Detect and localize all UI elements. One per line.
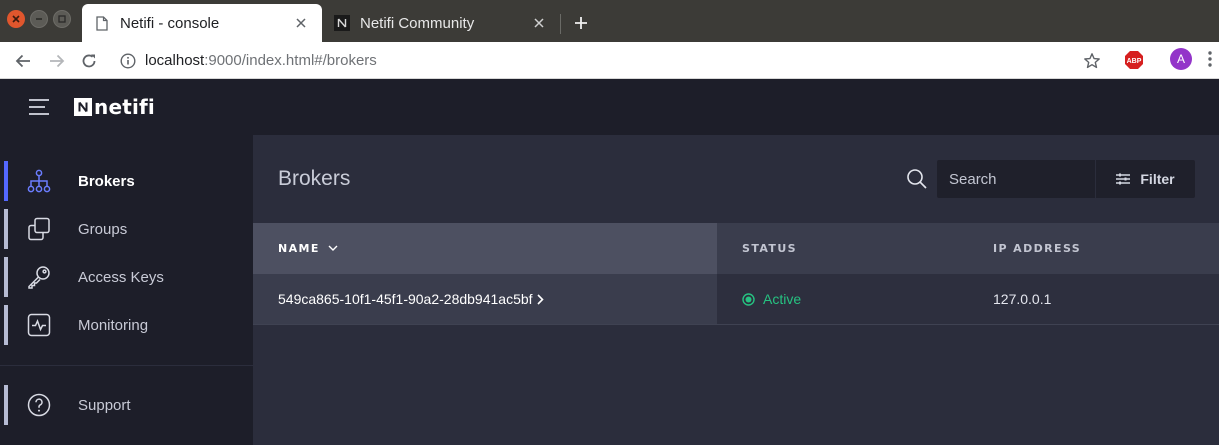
item-indicator <box>4 209 8 249</box>
adblock-icon: ABP <box>1125 51 1143 69</box>
tab-close-icon[interactable] <box>530 14 548 32</box>
url-host: localhost <box>145 52 205 69</box>
address-bar[interactable]: localhost:9000/index.html#/brokers <box>112 46 1114 75</box>
app-header: netifi <box>0 79 1219 135</box>
tab-title: Netifi Community <box>360 14 475 32</box>
broker-status-cell: Active <box>742 274 801 324</box>
sidebar-item-label: Monitoring <box>78 316 149 334</box>
star-icon <box>1084 53 1100 69</box>
browser-menu-button[interactable] <box>1205 49 1215 69</box>
sidebar-item-access-keys[interactable]: Access Keys <box>0 255 253 299</box>
column-header-name[interactable]: NAME <box>253 223 717 274</box>
pulse-monitor-icon <box>27 313 51 337</box>
reload-icon <box>82 54 96 68</box>
browser-toolbar: localhost:9000/index.html#/brokers <box>0 42 1219 79</box>
adblock-label: ABP <box>1127 58 1142 65</box>
maximize-icon <box>58 15 66 23</box>
netifi-favicon-icon <box>334 15 350 31</box>
reload-button[interactable] <box>78 50 100 72</box>
help-circle-icon <box>27 393 51 417</box>
arrow-left-icon <box>15 54 30 68</box>
sidebar-item-label: Brokers <box>78 172 135 190</box>
window-maximize-button[interactable] <box>53 10 71 28</box>
sidebar-item-brokers[interactable]: Brokers <box>0 159 253 203</box>
browser-tab-console[interactable]: Netifi - console <box>82 4 322 42</box>
browser-tabstrip: Netifi - console Netifi Community <box>0 0 1219 42</box>
filter-button[interactable]: Filter <box>1096 160 1195 198</box>
groups-squares-icon <box>28 217 50 241</box>
back-button[interactable] <box>12 50 34 72</box>
sidebar-item-label: Support <box>78 396 131 414</box>
column-header-label: STATUS <box>742 242 797 255</box>
active-indicator <box>4 161 8 201</box>
window-close-button[interactable] <box>7 10 25 28</box>
menu-toggle-button[interactable] <box>28 97 50 117</box>
filter-label: Filter <box>1140 171 1175 187</box>
column-header-status[interactable]: STATUS <box>742 223 797 274</box>
column-header-ip-address[interactable]: IP ADDRESS <box>993 223 1081 274</box>
status-active-icon <box>742 292 755 306</box>
profile-avatar[interactable]: A <box>1170 48 1192 70</box>
document-icon <box>94 15 110 31</box>
tab-close-icon[interactable] <box>292 14 310 32</box>
tab-separator <box>560 14 561 34</box>
tab-title: Netifi - console <box>120 14 220 32</box>
table-row[interactable]: 549ca865-10f1-45f1-90a2-28db941ac5bf Act… <box>253 274 1219 325</box>
netifi-logo[interactable]: netifi <box>74 95 155 119</box>
plus-icon <box>575 17 587 29</box>
table-header: NAME STATUS IP ADDRESS <box>253 223 1219 274</box>
sidebar-item-label: Groups <box>78 220 128 238</box>
key-icon <box>28 266 50 289</box>
forward-button[interactable] <box>46 50 68 72</box>
item-indicator <box>4 257 8 297</box>
kebab-menu-icon <box>1208 51 1212 67</box>
column-header-label: IP ADDRESS <box>993 242 1082 255</box>
window-controls <box>7 10 71 28</box>
close-icon <box>12 15 20 23</box>
column-header-label: NAME <box>278 242 320 255</box>
browser-tab-community[interactable]: Netifi Community <box>322 4 560 42</box>
window-minimize-button[interactable] <box>30 10 48 28</box>
chevron-down-icon <box>328 245 338 251</box>
search-button[interactable] <box>906 168 928 190</box>
logo-text: netifi <box>94 95 155 119</box>
item-indicator <box>4 305 8 345</box>
network-tree-icon <box>27 169 51 193</box>
chevron-right-icon <box>536 293 544 305</box>
bookmark-star-button[interactable] <box>1081 50 1103 72</box>
sidebar-item-monitoring[interactable]: Monitoring <box>0 303 253 347</box>
logo-mark-icon <box>74 98 92 116</box>
search-icon <box>907 169 927 189</box>
broker-ip-cell: 127.0.0.1 <box>993 291 1052 307</box>
sliders-icon <box>1116 173 1131 185</box>
broker-name: 549ca865-10f1-45f1-90a2-28db941ac5bf <box>278 291 533 307</box>
sidebar-item-support[interactable]: Support <box>0 383 253 427</box>
search-container: Filter <box>937 160 1195 198</box>
sidebar: Brokers Groups Access Keys Monitoring Su… <box>0 135 253 445</box>
item-indicator <box>4 385 8 425</box>
broker-name-cell[interactable]: 549ca865-10f1-45f1-90a2-28db941ac5bf <box>253 274 717 324</box>
new-tab-button[interactable] <box>570 12 592 34</box>
search-input[interactable] <box>937 160 1095 198</box>
sidebar-item-groups[interactable]: Groups <box>0 207 253 251</box>
sidebar-item-label: Access Keys <box>78 268 164 286</box>
adblock-extension-button[interactable]: ABP <box>1124 50 1144 70</box>
page-title: Brokers <box>278 167 351 190</box>
minimize-icon <box>36 18 42 20</box>
hamburger-icon <box>29 99 49 115</box>
sidebar-divider <box>0 365 253 366</box>
arrow-right-icon <box>50 54 65 68</box>
status-text: Active <box>763 291 802 307</box>
info-icon <box>120 52 136 69</box>
url-path: :9000/index.html#/brokers <box>204 52 377 69</box>
main-content: Brokers Filter NAME STATUS IP ADDRESS 54… <box>253 135 1219 445</box>
